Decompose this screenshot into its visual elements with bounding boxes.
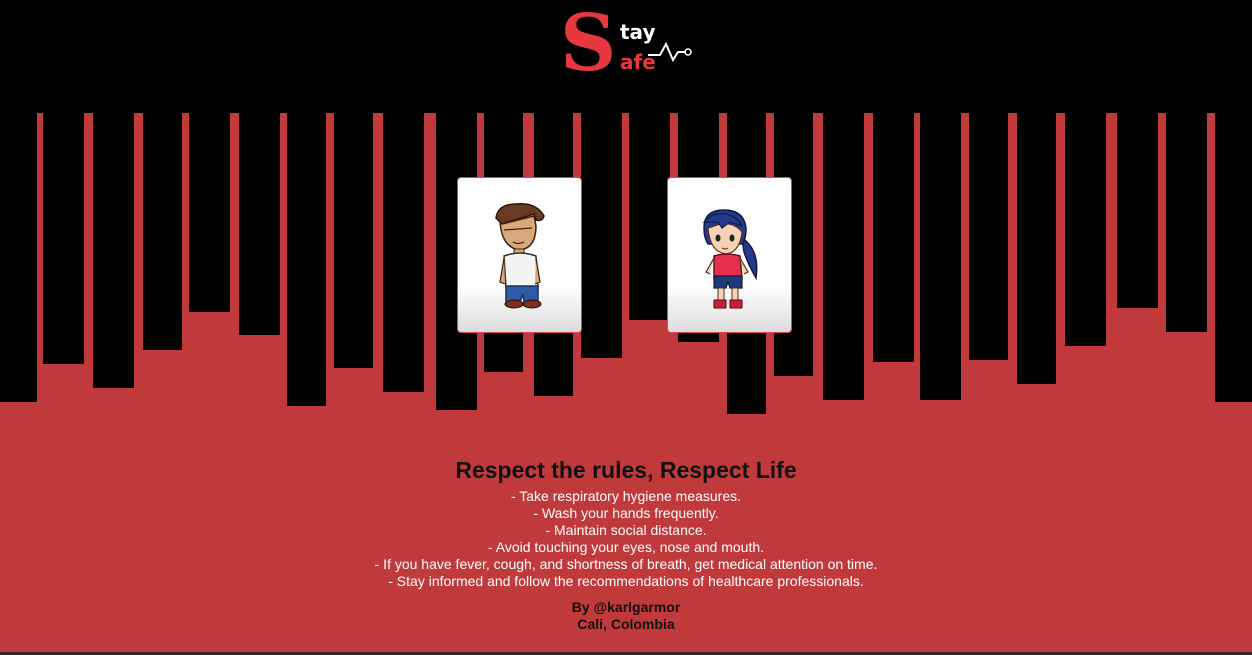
backdrop-bar bbox=[1215, 0, 1252, 402]
backdrop-bar bbox=[287, 0, 326, 406]
rule-item: - Take respiratory hygiene measures. bbox=[510, 488, 742, 504]
backdrop-bar bbox=[93, 0, 134, 388]
backdrop-bar bbox=[0, 0, 37, 402]
rule-item: - Maintain social distance. bbox=[545, 522, 707, 538]
backdrop-bar bbox=[334, 0, 373, 368]
heartbeat-pulse-icon bbox=[648, 41, 692, 63]
backdrop-bar bbox=[969, 0, 1008, 360]
author-credit: By @karlgarmor bbox=[571, 599, 681, 615]
backdrop-bar bbox=[823, 0, 864, 400]
backdrop-bar bbox=[239, 0, 280, 335]
backdrop-bar bbox=[873, 0, 914, 362]
girl-character-card[interactable] bbox=[667, 177, 792, 333]
headline: Respect the rules, Respect Life bbox=[455, 457, 797, 483]
rules-list: - Take respiratory hygiene measures. - W… bbox=[0, 488, 1252, 590]
backdrop-bar bbox=[189, 0, 230, 312]
credits: By @karlgarmor Cali, Colombia bbox=[0, 599, 1252, 633]
location-credit: Cali, Colombia bbox=[577, 616, 675, 632]
backdrop-bar bbox=[1065, 0, 1106, 346]
girl-character-icon bbox=[702, 209, 758, 309]
backdrop-bar bbox=[1117, 0, 1158, 308]
boy-character-icon bbox=[495, 203, 545, 309]
stay-safe-logo: S tay afe bbox=[560, 4, 695, 90]
game-stage: S tay afe Respect the rules, Respect Lif… bbox=[0, 0, 1252, 655]
logo-big-letter: S bbox=[560, 0, 616, 89]
rule-item: - Avoid touching your eyes, nose and mou… bbox=[487, 539, 765, 555]
backdrop-bar bbox=[1017, 0, 1056, 384]
boy-character-card[interactable] bbox=[457, 177, 582, 333]
backdrop-bar bbox=[1166, 0, 1207, 332]
backdrop-bar bbox=[920, 0, 961, 400]
info-section: Respect the rules, Respect Life - Take r… bbox=[0, 455, 1252, 633]
backdrop-bar bbox=[143, 0, 182, 350]
rule-item: - Wash your hands frequently. bbox=[533, 505, 719, 521]
backdrop-bar bbox=[383, 0, 424, 392]
rule-item: - If you have fever, cough, and shortnes… bbox=[374, 556, 878, 572]
rule-item: - Stay informed and follow the recommend… bbox=[388, 573, 864, 589]
backdrop-bar bbox=[43, 0, 84, 364]
